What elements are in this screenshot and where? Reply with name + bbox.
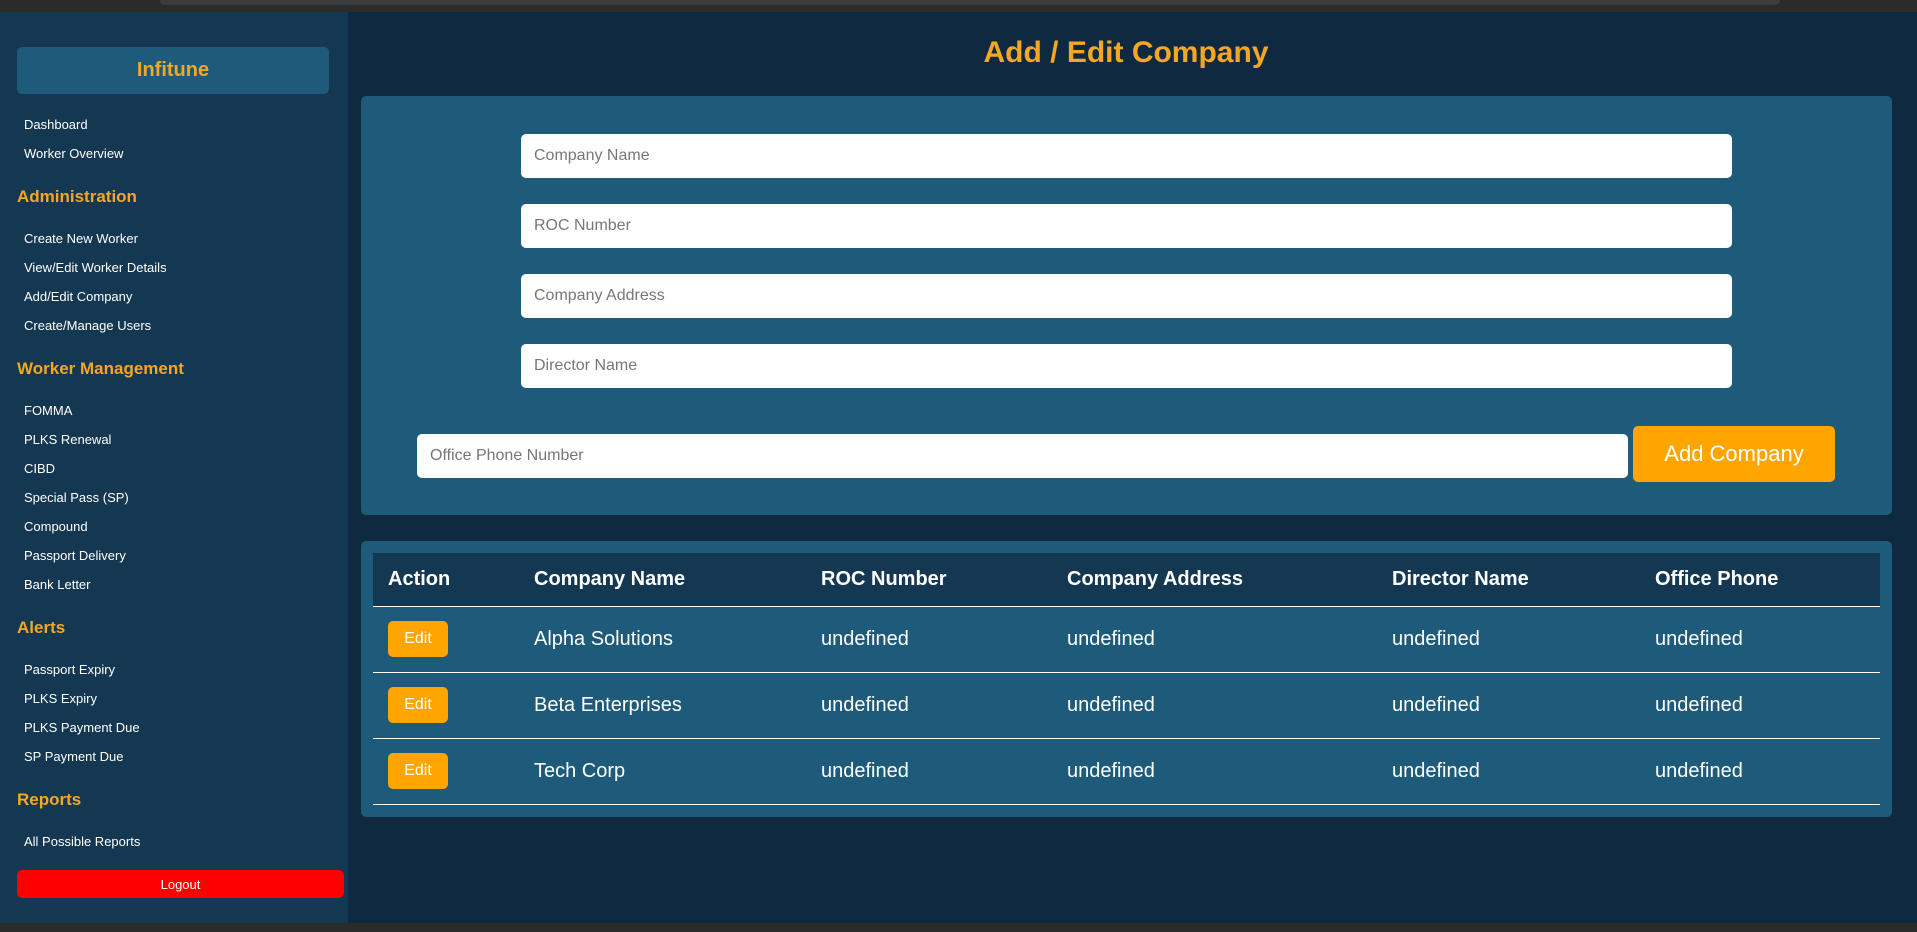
nav-sp-payment-due[interactable]: SP Payment Due <box>24 749 123 764</box>
nav-create-manage-users[interactable]: Create/Manage Users <box>24 318 151 333</box>
cell-roc-number: undefined <box>806 738 1052 805</box>
edit-button[interactable]: Edit <box>388 621 448 657</box>
page-title: Add / Edit Company <box>983 36 1269 69</box>
logout-button[interactable]: Logout <box>17 870 344 898</box>
nav-special-pass[interactable]: Special Pass (SP) <box>24 490 129 505</box>
table-row: Edit Alpha Solutions undefined undefined… <box>373 606 1880 673</box>
company-table: Action Company Name ROC Number Company A… <box>373 553 1880 805</box>
nav-plks-renewal[interactable]: PLKS Renewal <box>24 432 111 447</box>
nav-add-edit-company[interactable]: Add/Edit Company <box>24 289 132 304</box>
column-header-company-name: Company Name <box>519 553 806 607</box>
cell-director-name: undefined <box>1377 672 1640 739</box>
cell-action: Edit <box>373 672 519 739</box>
cell-director-name: undefined <box>1377 606 1640 673</box>
cell-company-name: Alpha Solutions <box>519 606 806 673</box>
office-phone-input[interactable] <box>417 434 1628 478</box>
column-header-company-address: Company Address <box>1052 553 1377 607</box>
cell-company-name: Tech Corp <box>519 738 806 805</box>
cell-office-phone: undefined <box>1640 606 1880 673</box>
column-header-office-phone: Office Phone <box>1640 553 1880 607</box>
column-header-action: Action <box>373 553 519 607</box>
browser-bottom-bar <box>0 923 1917 932</box>
nav-view-edit-worker-details[interactable]: View/Edit Worker Details <box>24 260 167 275</box>
roc-number-input[interactable] <box>521 204 1732 248</box>
cell-roc-number: undefined <box>806 606 1052 673</box>
company-name-input[interactable] <box>521 134 1732 178</box>
table-header-row: Action Company Name ROC Number Company A… <box>373 553 1880 607</box>
cell-company-address: undefined <box>1052 672 1377 739</box>
nav-compound[interactable]: Compound <box>24 519 88 534</box>
nav-dashboard[interactable]: Dashboard <box>24 117 88 132</box>
table-row: Edit Tech Corp undefined undefined undef… <box>373 738 1880 805</box>
nav-fomma[interactable]: FOMMA <box>24 403 72 418</box>
edit-button[interactable]: Edit <box>388 687 448 723</box>
brand-logo[interactable]: Infitune <box>17 47 329 94</box>
nav-plks-payment-due[interactable]: PLKS Payment Due <box>24 720 140 735</box>
cell-action: Edit <box>373 738 519 805</box>
add-company-button[interactable]: Add Company <box>1633 426 1835 482</box>
cell-roc-number: undefined <box>806 672 1052 739</box>
edit-button[interactable]: Edit <box>388 753 448 789</box>
company-table-panel: Action Company Name ROC Number Company A… <box>361 541 1892 817</box>
column-header-roc-number: ROC Number <box>806 553 1052 607</box>
section-heading-alerts: Alerts <box>17 618 66 637</box>
nav-cibd[interactable]: CIBD <box>24 461 55 476</box>
nav-plks-expiry[interactable]: PLKS Expiry <box>24 691 97 706</box>
nav-worker-overview[interactable]: Worker Overview <box>24 146 123 161</box>
cell-company-name: Beta Enterprises <box>519 672 806 739</box>
cell-office-phone: undefined <box>1640 738 1880 805</box>
browser-tab-strip <box>160 0 1780 5</box>
nav-passport-expiry[interactable]: Passport Expiry <box>24 662 115 677</box>
cell-company-address: undefined <box>1052 606 1377 673</box>
browser-top-bar <box>0 0 1917 12</box>
nav-passport-delivery[interactable]: Passport Delivery <box>24 548 126 563</box>
column-header-director-name: Director Name <box>1377 553 1640 607</box>
nav-all-possible-reports[interactable]: All Possible Reports <box>24 834 140 849</box>
section-heading-worker-management: Worker Management <box>17 359 184 378</box>
director-name-input[interactable] <box>521 344 1732 388</box>
cell-action: Edit <box>373 606 519 673</box>
sidebar: Infitune Dashboard Worker Overview Admin… <box>0 12 348 923</box>
section-heading-reports: Reports <box>17 790 82 809</box>
company-address-input[interactable] <box>521 274 1732 318</box>
nav-create-new-worker[interactable]: Create New Worker <box>24 231 138 246</box>
nav-bank-letter[interactable]: Bank Letter <box>24 577 91 592</box>
cell-director-name: undefined <box>1377 738 1640 805</box>
cell-office-phone: undefined <box>1640 672 1880 739</box>
section-heading-administration: Administration <box>17 187 137 206</box>
cell-company-address: undefined <box>1052 738 1377 805</box>
table-row: Edit Beta Enterprises undefined undefine… <box>373 672 1880 739</box>
